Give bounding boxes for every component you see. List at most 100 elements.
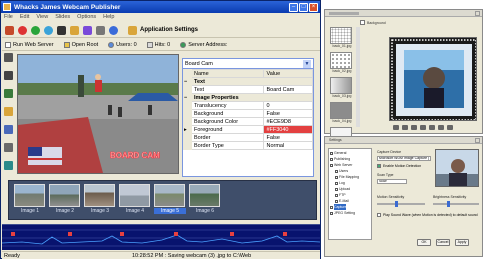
refresh-icon[interactable] xyxy=(44,25,53,35)
background-checkbox[interactable]: Background xyxy=(360,20,386,25)
property-row[interactable]: Translucency 0 xyxy=(183,101,313,110)
close-button[interactable]: × xyxy=(309,2,318,12)
font-tool-icon[interactable] xyxy=(4,71,13,80)
enable-motion-checkbox[interactable]: Enable Motion Detection xyxy=(377,164,421,168)
property-row[interactable]: Background False xyxy=(183,109,313,118)
column-header-value[interactable]: Value xyxy=(263,69,313,78)
property-value[interactable]: Normal xyxy=(263,141,313,150)
activity-timeline[interactable] xyxy=(1,224,321,250)
menu-edit[interactable]: Edit xyxy=(20,14,29,20)
timestamp-tool-icon[interactable] xyxy=(4,107,13,116)
thumbnail-image xyxy=(84,184,115,207)
image-tool-icon[interactable] xyxy=(4,89,13,98)
background-item-caption: back_02.jpg xyxy=(332,69,352,73)
menu-options[interactable]: Options xyxy=(77,14,96,20)
tree-item-jpeg-setting[interactable]: JPEG Setting xyxy=(330,210,370,216)
tools-icon[interactable] xyxy=(96,25,105,35)
thumbnail-item[interactable]: Image 1 xyxy=(14,184,46,219)
property-value[interactable]: #ECE9D8 xyxy=(263,117,313,126)
save-icon[interactable] xyxy=(411,125,417,130)
menu-slides[interactable]: Slides xyxy=(55,14,70,20)
ok-button[interactable]: OK xyxy=(417,239,431,246)
brightness-sensitivity-slider[interactable] xyxy=(433,201,479,207)
layer-tool-icon[interactable] xyxy=(4,143,13,152)
thumbnail-item[interactable]: Image 4 xyxy=(119,184,151,219)
overlay-text[interactable]: BOARD CAM xyxy=(110,151,161,161)
title-placeholder xyxy=(329,11,359,15)
thumbnail-item-selected[interactable]: Image 5 xyxy=(154,184,186,219)
background-list-item[interactable]: back_04.jpg xyxy=(330,102,354,125)
stop-icon[interactable] xyxy=(57,25,66,35)
play-sound-checkbox[interactable]: Play Sound Wave (when Motion is detected… xyxy=(377,213,478,217)
camera-icon[interactable] xyxy=(5,25,14,35)
grid-tool-icon[interactable] xyxy=(4,125,13,134)
copy-icon[interactable] xyxy=(420,125,426,130)
slider-thumb[interactable] xyxy=(395,201,398,207)
tree-node-icon xyxy=(330,211,333,215)
publish-icon[interactable] xyxy=(70,25,79,35)
minimize-button[interactable]: – xyxy=(289,2,298,12)
thumbnail-caption: Image 1 xyxy=(20,208,40,214)
application-settings-button[interactable]: Application Settings xyxy=(128,25,198,35)
paste-icon[interactable] xyxy=(429,125,435,130)
property-row[interactable]: Text Board Cam xyxy=(183,85,313,94)
column-header-name[interactable]: Name xyxy=(190,69,265,78)
menu-file[interactable]: File xyxy=(4,14,13,20)
help-icon[interactable] xyxy=(109,25,118,35)
property-value[interactable]: #FF3040 xyxy=(263,125,313,134)
start-icon[interactable] xyxy=(31,25,40,35)
thumbnail-item[interactable]: Image 2 xyxy=(49,184,81,219)
property-value[interactable]: False xyxy=(263,133,313,142)
thumbnail-item[interactable]: Image 3 xyxy=(84,184,116,219)
maximize-button[interactable]: □ xyxy=(299,2,308,12)
background-list-item[interactable]: back_02.jpg xyxy=(330,52,354,75)
background-list-item[interactable]: back_01.jpg xyxy=(330,27,354,50)
open-root-button[interactable]: Open Root xyxy=(63,41,98,48)
background-list-item[interactable]: back_03.jpg xyxy=(330,77,354,100)
main-window: Whacks James Webcam Publisher – □ × File… xyxy=(0,0,321,259)
hits-counter: Hits: 0 xyxy=(146,41,170,48)
run-web-server-checkbox[interactable]: Run Web Server xyxy=(5,41,54,48)
motion-sensitivity-slider[interactable] xyxy=(377,201,425,207)
property-value[interactable]: 0 xyxy=(263,101,313,110)
category-text[interactable]: − Text xyxy=(183,77,313,86)
property-row[interactable]: Border Type Normal xyxy=(183,141,313,150)
background-list-scrollbar[interactable] xyxy=(356,27,360,127)
category-text-label: Text xyxy=(191,77,313,86)
camera-icon[interactable] xyxy=(393,125,399,130)
cancel-button[interactable]: Cancel xyxy=(436,239,450,246)
background-window: Background back_01.jpg back_02.jpg back_… xyxy=(324,9,483,144)
frame-tool-icon[interactable] xyxy=(4,161,13,170)
background-preview xyxy=(389,37,477,121)
property-header-row: Name Value xyxy=(183,69,313,78)
thumbnail-image xyxy=(49,184,80,207)
edit-icon[interactable] xyxy=(83,25,92,35)
capture-device-select[interactable]: Microsoft WDM Image Capture ( xyxy=(377,156,431,161)
property-value[interactable]: False xyxy=(263,109,313,118)
menu-view[interactable]: View xyxy=(36,14,48,20)
chevron-down-icon[interactable]: ▼ xyxy=(303,59,311,68)
property-row[interactable]: Background Color #ECE9D8 xyxy=(183,117,313,126)
enable-motion-label: Enable Motion Detection xyxy=(383,164,422,168)
category-image-properties[interactable]: − Image Properties xyxy=(183,93,313,102)
property-value[interactable]: Board Cam xyxy=(263,85,313,94)
close-icon[interactable] xyxy=(475,137,480,143)
apply-button[interactable]: Apply xyxy=(455,239,469,246)
delete-icon[interactable] xyxy=(18,25,27,35)
tree-node-icon xyxy=(335,193,338,197)
webcam-preview[interactable]: BOARD CAM xyxy=(17,54,179,174)
menu-help[interactable]: Help xyxy=(103,14,114,20)
print-icon[interactable] xyxy=(438,125,444,130)
background-thumbnail xyxy=(330,27,352,44)
property-row-selected[interactable]: ▸ Foreground #FF3040 xyxy=(183,125,313,134)
thumbnail-item[interactable]: Image 6 xyxy=(189,184,221,219)
slider-thumb[interactable] xyxy=(447,201,450,207)
close-icon[interactable] xyxy=(475,10,480,16)
property-row[interactable]: Border False xyxy=(183,133,313,142)
object-selector[interactable]: Board Cam ▼ xyxy=(183,59,313,69)
text-tool-icon[interactable] xyxy=(4,53,13,62)
edit-icon[interactable] xyxy=(447,125,453,130)
status-bar: Ready 10:28:52 PM : Saving webcam (3) .j… xyxy=(2,251,320,259)
open-icon[interactable] xyxy=(402,125,408,130)
scan-type-select[interactable]: Slow xyxy=(377,179,407,184)
